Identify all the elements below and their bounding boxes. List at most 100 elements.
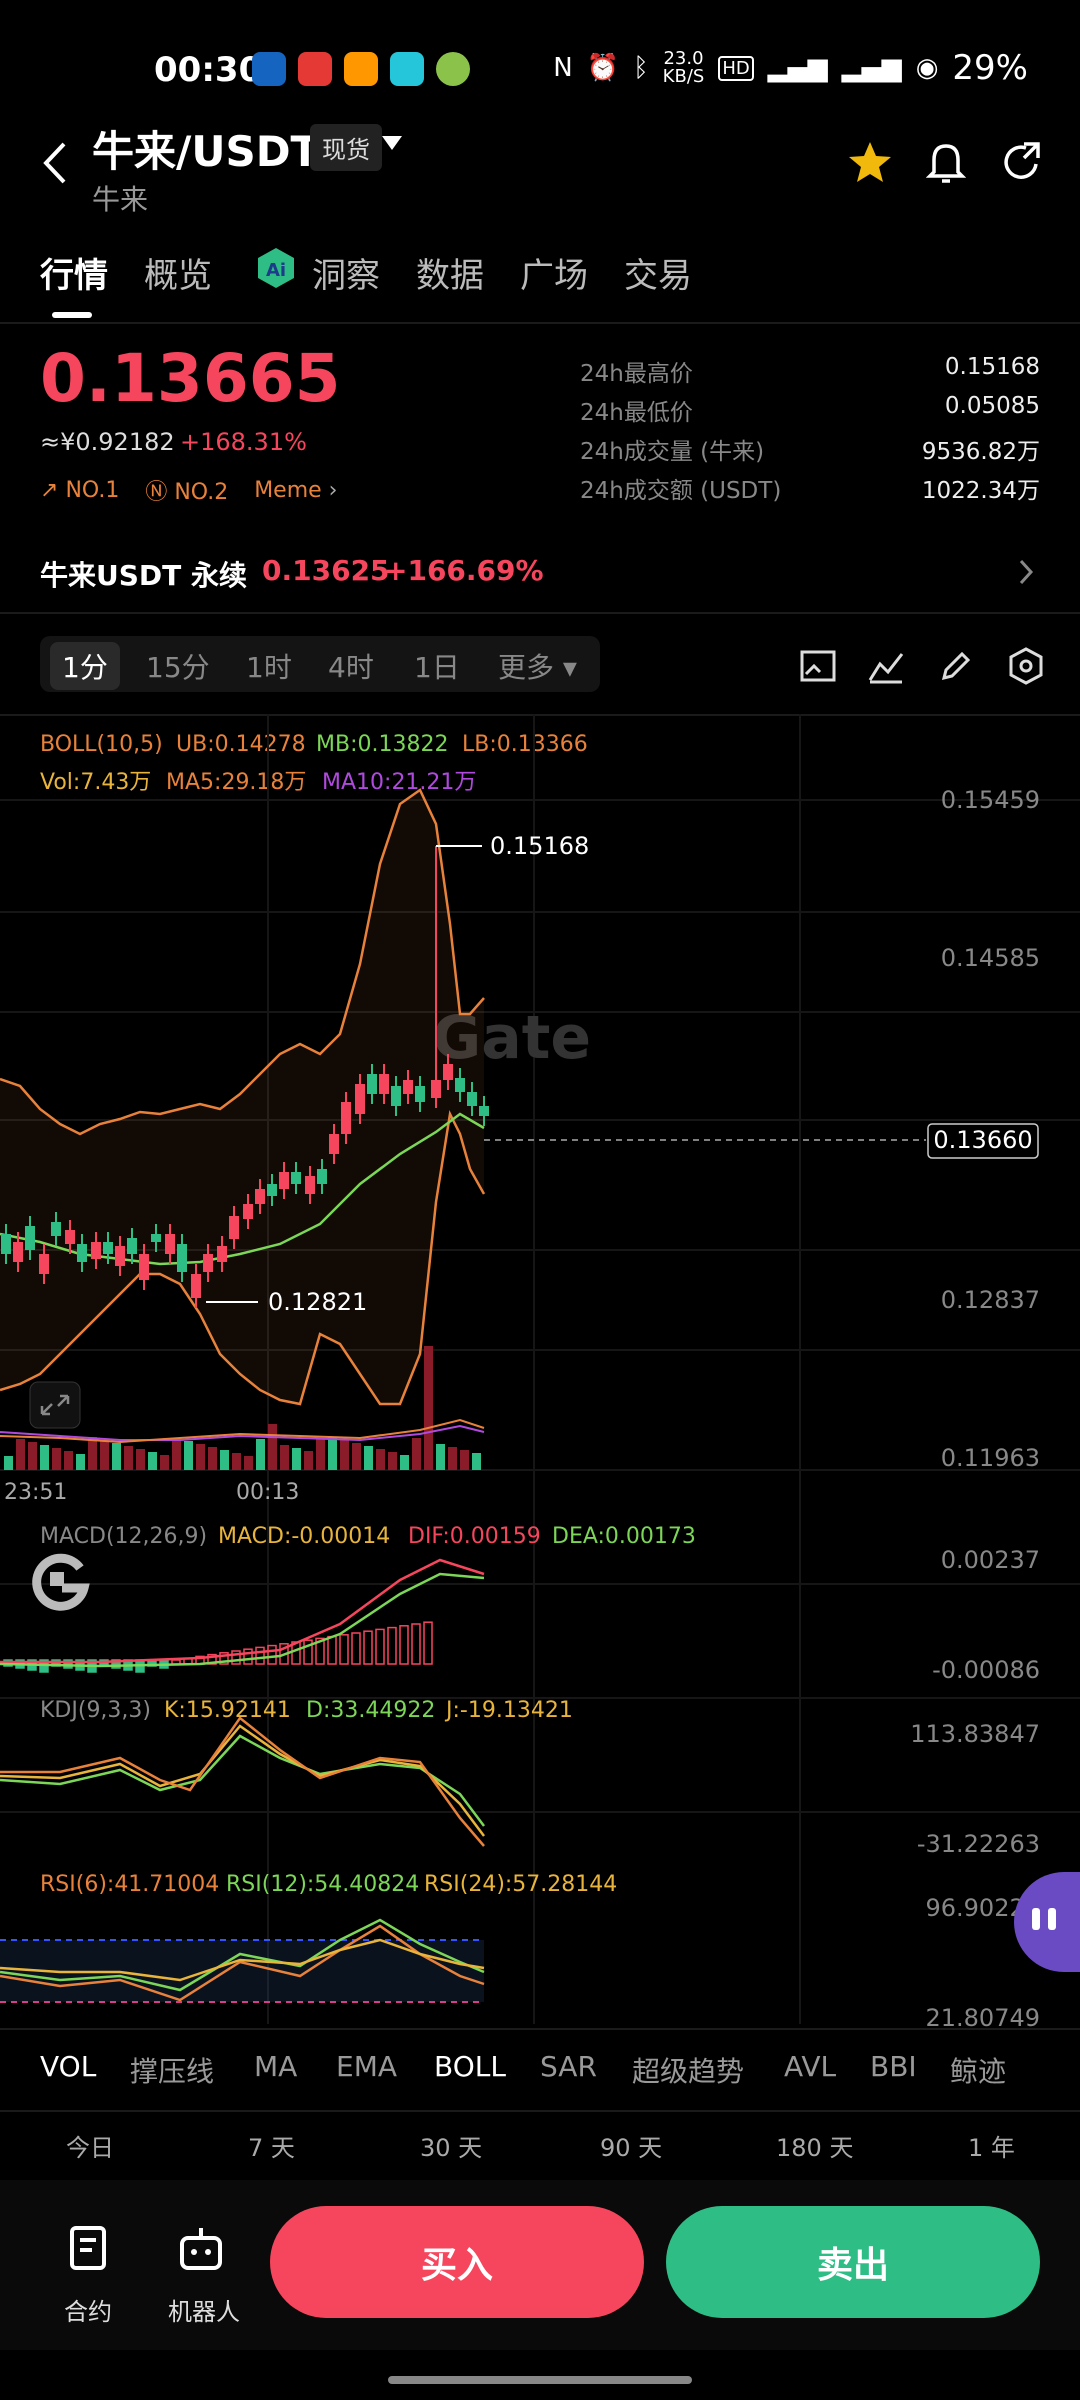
stat-label: 24h成交量 (牛来)	[580, 439, 765, 465]
home-indicator[interactable]	[388, 2376, 692, 2384]
volume-bar	[424, 1346, 433, 1470]
badge-meme[interactable]: Meme ›	[254, 478, 337, 503]
axis-label: 0.14585	[940, 944, 1040, 972]
volume-bar	[196, 1444, 205, 1470]
app-notification-icon	[252, 52, 286, 86]
range-90d[interactable]: 90 天	[600, 2128, 662, 2163]
nfc-icon: N	[553, 53, 573, 83]
candle-body	[367, 1074, 377, 1094]
tab-insight[interactable]: 洞察	[312, 248, 380, 297]
range-7d[interactable]: 7 天	[248, 2128, 295, 2163]
candle-body	[65, 1230, 75, 1244]
tab-overview[interactable]: 概览	[144, 248, 212, 297]
volume-bar	[412, 1438, 421, 1470]
main-tabs: 行情 概览 Ai 洞察 数据 广场 交易	[0, 248, 1080, 323]
perp-change: +166.69%	[384, 554, 544, 587]
timeframe-more[interactable]: 更多 ▾	[498, 646, 577, 686]
buy-button[interactable]: 买入	[270, 2206, 644, 2318]
perp-label[interactable]: 牛来USDT 永续	[40, 554, 247, 594]
volume-bar	[4, 1456, 13, 1470]
timeframe-15m[interactable]: 15分	[146, 646, 210, 686]
alarm-icon: ⏰	[586, 53, 620, 83]
time-label: 00:13	[236, 1480, 300, 1505]
indicator-tab-avl[interactable]: AVL	[784, 2050, 836, 2083]
sell-button[interactable]: 卖出	[666, 2206, 1040, 2318]
ai-icon: Ai	[258, 248, 294, 288]
indicator-tab-bbi[interactable]: BBI	[870, 2050, 917, 2083]
favorite-star-icon[interactable]	[848, 140, 892, 184]
candle-body	[329, 1134, 339, 1154]
chart-grid	[0, 714, 1080, 2024]
candle-body	[267, 1184, 277, 1196]
indicator-tab-sar[interactable]: SAR	[540, 2050, 597, 2083]
candle-body	[177, 1244, 187, 1272]
candle-body	[25, 1226, 35, 1250]
rank-badges: ↗ NO.1 Ⓝ NO.2 Meme ›	[40, 474, 337, 506]
volume-bar	[172, 1438, 181, 1470]
indicator-tab-ema[interactable]: EMA	[336, 2050, 397, 2083]
tab-square[interactable]: 广场	[520, 248, 588, 297]
divider	[0, 2110, 1080, 2112]
macd-histogram	[243, 1648, 253, 1665]
indicator-tab-support[interactable]: 撑压线	[130, 2050, 214, 2090]
robot-icon[interactable]	[176, 2224, 226, 2274]
range-1y[interactable]: 1 年	[968, 2128, 1015, 2163]
bot-label[interactable]: 机器人	[168, 2292, 240, 2327]
range-180d[interactable]: 180 天	[776, 2128, 853, 2163]
chart-fullscreen-icon[interactable]	[798, 646, 838, 686]
indicator-icon[interactable]	[866, 646, 906, 686]
indicator-tab-vol[interactable]: VOL	[40, 2050, 96, 2083]
indicator-tab-whale[interactable]: 鲸迹	[950, 2050, 1006, 2090]
volume-bar	[28, 1442, 37, 1470]
volume-bar	[280, 1445, 289, 1470]
svg-text:Ai: Ai	[266, 260, 286, 281]
contract-icon[interactable]	[64, 2224, 114, 2274]
current-price-value: 0.13660	[933, 1126, 1032, 1154]
badge-rank-1[interactable]: ↗ NO.1	[40, 478, 119, 503]
timeframe-1h[interactable]: 1时	[246, 646, 292, 686]
rsi24-value: RSI(24):57.28144	[424, 1872, 618, 1897]
market-type-badge[interactable]: 现货	[310, 124, 382, 171]
candle-body	[305, 1176, 315, 1194]
axis-label: -0.00086	[932, 1656, 1040, 1684]
volume-bar	[16, 1439, 25, 1470]
volume-bar	[232, 1453, 241, 1470]
tab-data[interactable]: 数据	[416, 248, 484, 297]
bluetooth-icon: ᛒ	[633, 53, 649, 83]
range-today[interactable]: 今日	[66, 2128, 114, 2163]
timeframe-4h[interactable]: 4时	[328, 646, 374, 686]
timeframe-1d[interactable]: 1日	[414, 646, 460, 686]
candle-body	[255, 1189, 265, 1204]
rsi6-value: RSI(6):41.71004	[40, 1872, 220, 1897]
candle-body	[443, 1064, 453, 1080]
chevron-right-icon[interactable]	[1018, 558, 1034, 586]
back-icon[interactable]	[40, 140, 70, 186]
contract-label[interactable]: 合约	[64, 2292, 112, 2327]
volume-bar	[340, 1440, 349, 1470]
badge-rank-2[interactable]: Ⓝ NO.2	[145, 474, 228, 506]
chart-settings-icon[interactable]	[1006, 646, 1046, 686]
share-icon[interactable]	[1000, 140, 1044, 184]
volume-bar	[64, 1451, 73, 1470]
pair-title[interactable]: 牛来/USDT	[92, 118, 319, 179]
indicator-tab-supertrend[interactable]: 超级趋势	[632, 2050, 744, 2090]
macd-histogram	[387, 1626, 397, 1665]
bell-icon[interactable]	[926, 140, 966, 184]
volume-bar	[136, 1449, 145, 1470]
chevron-down-icon[interactable]	[382, 136, 402, 152]
app-notification-icon	[436, 52, 470, 86]
indicator-tab-ma[interactable]: MA	[254, 2050, 297, 2083]
macd-histogram	[363, 1630, 373, 1665]
candle-body	[229, 1216, 239, 1239]
tab-trade[interactable]: 交易	[624, 248, 692, 297]
candle-body	[467, 1092, 477, 1106]
draw-pen-icon[interactable]	[936, 646, 976, 686]
candle-body	[355, 1084, 365, 1114]
signal-icon: ▂▄▆	[841, 53, 902, 83]
range-30d[interactable]: 30 天	[420, 2128, 482, 2163]
kline-chart[interactable]: Gate 0.15168 0.12821 0.13660	[0, 714, 1080, 2024]
tab-market[interactable]: 行情	[40, 248, 108, 297]
indicator-tab-boll[interactable]: BOLL	[434, 2050, 506, 2083]
stat-label: 24h成交额 (USDT)	[580, 478, 782, 504]
timeframe-1m[interactable]: 1分	[50, 642, 120, 690]
